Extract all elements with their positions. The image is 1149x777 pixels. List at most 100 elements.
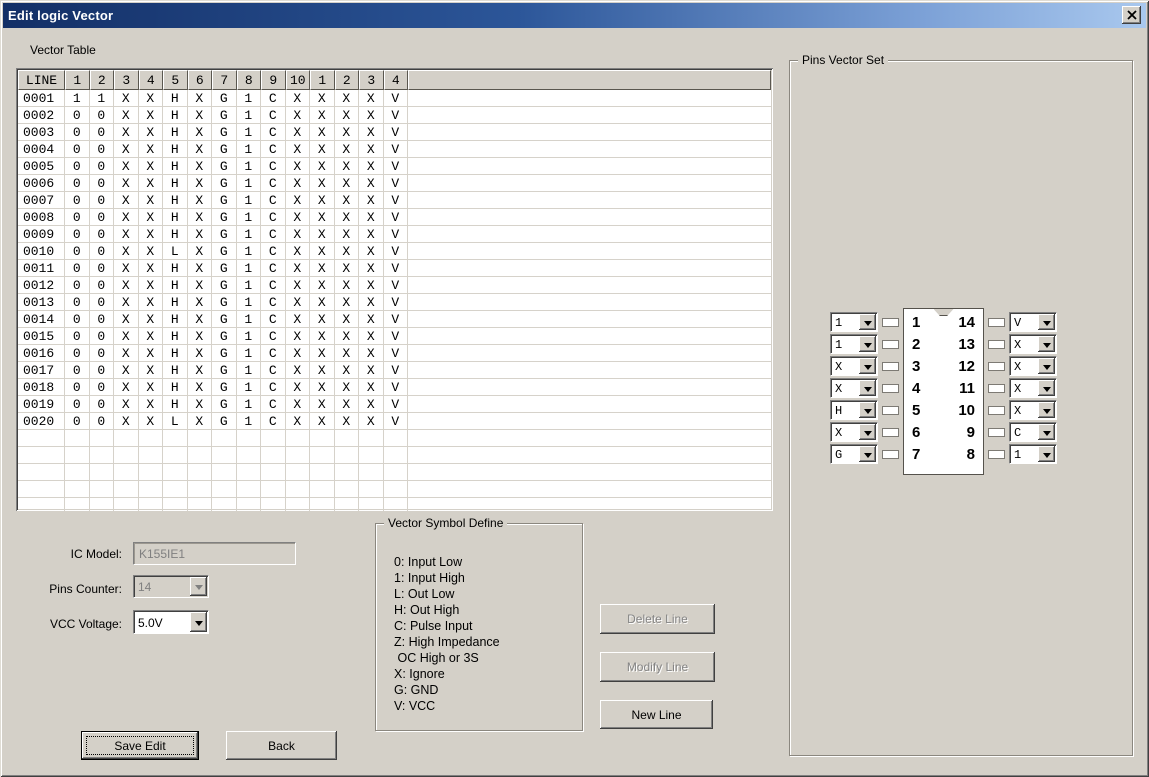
vector-cell [261, 430, 286, 446]
pin-1-dropdown-button[interactable] [859, 314, 876, 330]
pin-11-dropdown-button[interactable] [1038, 380, 1055, 396]
vector-cell: X [310, 175, 335, 191]
pin-7-vector-combo[interactable]: G [830, 444, 878, 464]
vector-cell: X [310, 192, 335, 208]
title-bar[interactable]: Edit logic Vector [3, 3, 1146, 28]
back-button[interactable]: Back [226, 731, 337, 760]
vector-cell: X [188, 158, 212, 174]
pin-4-dropdown-button[interactable] [859, 380, 876, 396]
pin-6-dropdown-button[interactable] [859, 424, 876, 440]
column-header: 3 [359, 70, 384, 90]
vector-cell: X [114, 413, 139, 429]
vector-cell: X [359, 362, 384, 378]
vector-cell [237, 447, 261, 463]
pin-stub-slot [988, 422, 1005, 442]
vector-cell: 0 [65, 141, 90, 157]
table-row: 0015 0 0 X X H X G 1 C X X X X V [18, 328, 771, 345]
row-filler [408, 345, 771, 361]
pin-4-vector-combo[interactable]: X [830, 378, 878, 398]
pin-10-vector-value: X [1014, 403, 1022, 418]
pin-3-vector-combo[interactable]: X [830, 356, 878, 376]
symbol-define-line: X: Ignore [394, 667, 445, 681]
pin-13-vector-combo[interactable]: X [1009, 334, 1057, 354]
vector-cell: X [335, 311, 359, 327]
pin-2-vector-combo[interactable]: 1 [830, 334, 878, 354]
pin-10-vector-combo[interactable]: X [1009, 400, 1057, 420]
pin-5-vector-combo[interactable]: H [830, 400, 878, 420]
pin-8-dropdown-button[interactable] [1038, 446, 1055, 462]
vector-cell: 0 [65, 124, 90, 140]
pin-6-vector-combo[interactable]: X [830, 422, 878, 442]
vector-cell: X [286, 141, 310, 157]
vcc-voltage-dropdown-button[interactable] [190, 612, 207, 632]
symbol-define-line: G: GND [394, 683, 439, 697]
vector-table-grid[interactable]: LINE 1 2 3 4 5 6 7 8 9 10 1 2 3 4 0001 1 1 X X H X G 1 C X X X X V 00… [16, 68, 773, 511]
vector-cell: X [335, 90, 359, 106]
row-filler [408, 447, 771, 463]
pin-stub-slot [882, 400, 899, 420]
vector-cell: X [335, 379, 359, 395]
vector-cell [188, 498, 212, 511]
pin-14-vector-combo[interactable]: V [1009, 312, 1057, 332]
row-filler [408, 192, 771, 208]
pin-3-dropdown-button[interactable] [859, 358, 876, 374]
vector-cell [212, 430, 237, 446]
vector-cell: X [188, 396, 212, 412]
pin-12-dropdown-button[interactable] [1038, 358, 1055, 374]
vector-cell: H [163, 175, 188, 191]
new-line-button[interactable]: New Line [600, 700, 713, 729]
vector-cell: 1 [90, 90, 114, 106]
pin-11-vector-combo[interactable]: X [1009, 378, 1057, 398]
column-header-line: LINE [18, 70, 65, 90]
pin-12-vector-combo[interactable]: X [1009, 356, 1057, 376]
right-pin-numbers: 14 13 12 11 10 9 8 [958, 312, 975, 466]
vector-cell: X [114, 396, 139, 412]
table-row: 0001 1 1 X X H X G 1 C X X X X V [18, 90, 771, 107]
vector-cell: 0 [90, 362, 114, 378]
table-row: 0002 0 0 X X H X G 1 C X X X X V [18, 107, 771, 124]
pin-8-vector-combo[interactable]: 1 [1009, 444, 1057, 464]
table-row: 0008 0 0 X X H X G 1 C X X X X V [18, 209, 771, 226]
symbol-define-line: L: Out Low [394, 587, 455, 601]
vector-cell [286, 447, 310, 463]
vcc-voltage-combo[interactable]: 5.0V [133, 610, 209, 634]
pins-counter-label: Pins Counter: [49, 582, 122, 596]
pin-1-vector-combo[interactable]: 1 [830, 312, 878, 332]
line-number-cell: 0001 [18, 90, 65, 106]
line-number-cell: 0008 [18, 209, 65, 225]
vector-cell [188, 430, 212, 446]
vector-cell: 0 [65, 107, 90, 123]
vector-cell [114, 481, 139, 497]
table-row: 0004 0 0 X X H X G 1 C X X X X V [18, 141, 771, 158]
chevron-down-icon [863, 342, 872, 348]
vector-cell: X [286, 277, 310, 293]
vector-cell: X [188, 413, 212, 429]
pin-2-stub [882, 339, 899, 349]
pin-9-dropdown-button[interactable] [1038, 424, 1055, 440]
line-number-cell: 0006 [18, 175, 65, 191]
row-filler [408, 260, 771, 276]
pin-4-vector-value: X [835, 381, 843, 396]
pin-5-dropdown-button[interactable] [859, 402, 876, 418]
row-filler [408, 481, 771, 497]
vector-cell: C [261, 362, 286, 378]
pin-7-stub [882, 449, 899, 459]
vector-cell: X [188, 345, 212, 361]
vector-cell [65, 481, 90, 497]
pin-9-vector-combo[interactable]: C [1009, 422, 1057, 442]
close-button[interactable] [1122, 6, 1141, 24]
vector-cell: H [163, 192, 188, 208]
vector-cell: 0 [65, 192, 90, 208]
save-edit-button[interactable]: Save Edit [81, 731, 199, 760]
pin-10-dropdown-button[interactable] [1038, 402, 1055, 418]
ic-model-value: K155IE1 [139, 546, 186, 561]
pin-13-dropdown-button[interactable] [1038, 336, 1055, 352]
vector-cell: X [139, 90, 163, 106]
vector-cell: X [359, 226, 384, 242]
pin-7-dropdown-button[interactable] [859, 446, 876, 462]
pin-6-stub [882, 427, 899, 437]
pin-14-dropdown-button[interactable] [1038, 314, 1055, 330]
chevron-down-icon [863, 408, 872, 414]
vector-cell: 0 [65, 328, 90, 344]
pin-2-dropdown-button[interactable] [859, 336, 876, 352]
